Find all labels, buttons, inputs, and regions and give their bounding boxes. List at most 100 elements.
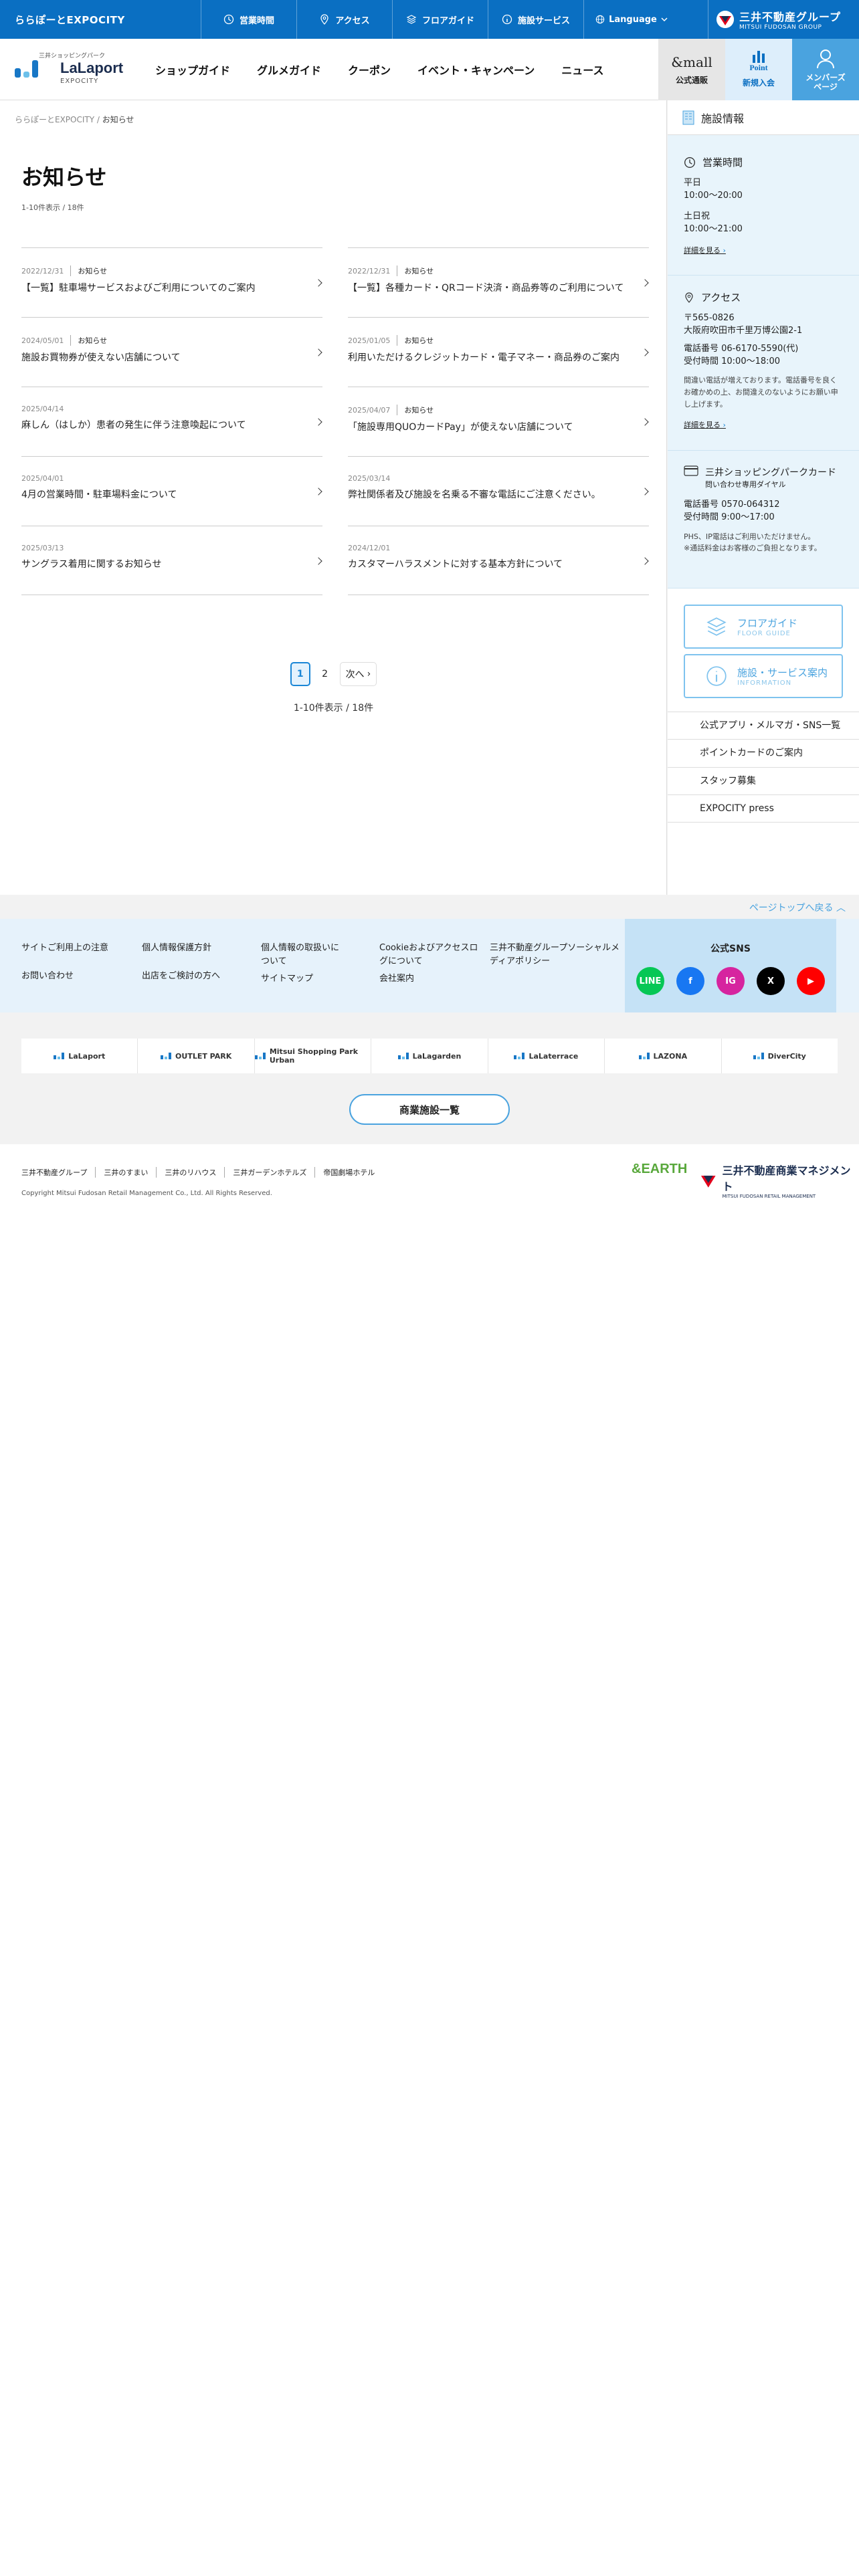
footer-link-privacy[interactable]: 個人情報保護方針: [142, 942, 220, 955]
and-earth-logo[interactable]: &EARTH: [632, 1162, 687, 1177]
footer-link-contact[interactable]: お問い合わせ: [21, 970, 108, 983]
next-page-button[interactable]: 次へ ›: [339, 662, 377, 686]
news-item[interactable]: 2025/01/05 お知らせ 利用いただけるクレジットカード・電子マネー・商品券…: [348, 317, 649, 387]
group-link[interactable]: 三井不動産グループ: [21, 1167, 95, 1178]
chevron-right-icon: [641, 279, 649, 287]
hours-more-link[interactable]: 詳細を見る: [684, 245, 726, 255]
card-subtitle: 問い合わせ専用ダイヤル: [705, 480, 786, 489]
mfrm-logo[interactable]: 三井不動産商業マネジメント MITSUI FUDOSAN RETAIL MANA…: [700, 1162, 859, 1199]
facility-banner[interactable]: Mitsui Shopping Park Urban: [254, 1039, 372, 1073]
nav-gourmet-guide[interactable]: グルメガイド: [244, 39, 335, 100]
breadcrumb-current: お知らせ: [102, 115, 134, 124]
banner-label: DiverCity: [767, 1051, 806, 1061]
facility-banner[interactable]: LAZONA: [605, 1039, 722, 1073]
sidebar-link-app[interactable]: 公式アプリ・メルマガ・SNS一覧: [668, 712, 859, 740]
floor-guide-button[interactable]: フロアガイド FLOOR GUIDE: [684, 605, 843, 649]
member-button[interactable]: メンバーズページ: [792, 39, 859, 100]
service-info-button[interactable]: 施設・サービス案内 INFORMATION: [684, 654, 843, 698]
building-icon: [682, 110, 694, 124]
group-link[interactable]: 帝国劇場ホテル: [314, 1167, 383, 1178]
group-name: 三井不動産グループ: [739, 11, 842, 23]
access-more-link[interactable]: 詳細を見る: [684, 419, 726, 430]
news-item[interactable]: 2025/04/14 麻しん（はしか）患者の発生に伴う注意喚起について: [21, 387, 322, 456]
hours-title: 営業時間: [702, 156, 743, 169]
group-link[interactable]: 三井のリハウス: [156, 1167, 224, 1178]
chevron-right-icon: [641, 557, 649, 565]
page-1-button[interactable]: 1: [290, 662, 310, 686]
news-item[interactable]: 2025/03/14 弊社関係者及び施設を名乗る不審な電話にご注意ください。: [348, 456, 649, 526]
facility-banner[interactable]: LaLaterrace: [488, 1039, 605, 1073]
footer-link-terms[interactable]: サイトご利用上の注意: [21, 942, 108, 955]
youtube-icon[interactable]: ▶: [797, 967, 825, 995]
all-facilities-button[interactable]: 商業施設一覧: [349, 1094, 510, 1125]
lalaport-logo[interactable]: 三井ショッピングパーク LaLaport EXPOCITY: [13, 51, 134, 90]
site-header: 三井ショッピングパーク LaLaport EXPOCITY ショップガイド グル…: [0, 39, 859, 100]
logo-site: EXPOCITY: [60, 78, 99, 85]
group-link[interactable]: 三井のすまい: [95, 1167, 156, 1178]
card-block: 三井ショッピングパークカード 問い合わせ専用ダイヤル 電話番号 0570-064…: [668, 451, 859, 588]
facility-banners: LaLaport OUTLET PARK Mitsui Shopping Park …: [21, 1039, 838, 1073]
weekend-time: 10:00〜21:00: [684, 223, 743, 234]
card-note-2: ※通話料金はお客様のご負担となります。: [684, 544, 822, 553]
nav-shop-guide[interactable]: ショップガイド: [142, 39, 244, 100]
page-2-button[interactable]: 2: [315, 662, 335, 686]
news-item[interactable]: 2024/05/01 お知らせ 施設お買物券が使えない店舗について: [21, 317, 322, 387]
topbar-link-access[interactable]: アクセス: [296, 0, 392, 39]
group-link[interactable]: 三井ガーデンホテルズ: [224, 1167, 314, 1178]
instagram-icon[interactable]: IG: [717, 967, 745, 995]
banner-label: LaLaterrace: [529, 1051, 579, 1061]
language-selector[interactable]: Language: [583, 0, 679, 39]
member-label: メンバーズページ: [805, 72, 846, 92]
site-name[interactable]: ららぽーとEXPOCITY: [0, 13, 201, 27]
topbar-link-label: フロアガイド: [421, 15, 474, 26]
news-date: 2022/12/31: [348, 266, 391, 276]
sidebar-link-pointcard[interactable]: ポイントカードのご案内: [668, 740, 859, 768]
nav-news[interactable]: ニュース: [548, 39, 617, 100]
news-date: 2025/01/05: [348, 336, 391, 345]
banner-mark-icon: [254, 1053, 266, 1059]
breadcrumb-home[interactable]: ららぽーとEXPOCITY: [15, 115, 94, 124]
sidebar-links: 公式アプリ・メルマガ・SNS一覧 ポイントカードのご案内 スタッフ募集 EXPO…: [668, 712, 859, 823]
sns-title: 公式SNS: [710, 944, 751, 954]
page-top-link[interactable]: ページトップへ戻る ︿: [749, 901, 846, 914]
news-item[interactable]: 2025/04/01 4月の営業時間・駐車場料金について: [21, 456, 322, 526]
weekend-label: 土日祝: [684, 211, 710, 221]
news-item[interactable]: 2022/12/31 お知らせ 【一覧】各種カード・QRコード決済・商品券等のご利…: [348, 247, 649, 317]
facility-banner[interactable]: LaLagarden: [371, 1039, 488, 1073]
point-button[interactable]: Point 新規入会: [725, 39, 792, 100]
x-icon[interactable]: X: [757, 967, 785, 995]
news-title: 【一覧】各種カード・QRコード決済・商品券等のご利用について: [348, 283, 624, 294]
footer-link-cookie[interactable]: Cookieおよびアクセスログについて: [379, 942, 486, 968]
footer-link-sns-policy[interactable]: 三井不動産グループソーシャルメディアポリシー: [490, 942, 624, 968]
footer-link-tenant[interactable]: 出店をご検討の方へ: [142, 970, 220, 983]
news-item[interactable]: 2025/03/13 サングラス着用に関するお知らせ: [21, 526, 322, 595]
news-item[interactable]: 2024/12/01 カスタマーハラスメントに対する基本方針について: [348, 526, 649, 595]
topbar-link-floor[interactable]: フロアガイド: [392, 0, 488, 39]
nav-event[interactable]: イベント・キャンペーン: [404, 39, 548, 100]
topbar-link-label: 営業時間: [239, 15, 274, 26]
chevron-right-icon: [314, 418, 322, 426]
news-item[interactable]: 2025/04/07 お知らせ 「施設専用QUOカードPay」が使えない店舗につい…: [348, 387, 649, 456]
mitsui-group-logo[interactable]: 三井不動産グループ MITSUI FUDOSAN GROUP: [708, 0, 859, 39]
facility-banner[interactable]: DiverCity: [722, 1039, 838, 1073]
news-date: 2022/12/31: [21, 266, 64, 276]
topbar-link-hours[interactable]: 営業時間: [201, 0, 296, 39]
breadcrumb: ららぽーとEXPOCITY / お知らせ: [15, 114, 134, 125]
nav-coupon[interactable]: クーポン: [335, 39, 404, 100]
mall-button[interactable]: &mall 公式通販: [658, 39, 725, 100]
sidebar-link-staff[interactable]: スタッフ募集: [668, 768, 859, 795]
news-row: 2025/03/13 サングラス着用に関するお知らせ 2024/12/01 カス…: [21, 526, 649, 595]
facility-banner[interactable]: LaLaport: [21, 1039, 138, 1073]
footer-link-personal-info[interactable]: 個人情報の取扱いについて: [261, 942, 341, 968]
news-item[interactable]: 2022/12/31 お知らせ 【一覧】駐車場サービスおよびご利用についてのご案内: [21, 247, 322, 317]
chevron-right-icon: ›: [367, 669, 371, 679]
facility-banner[interactable]: OUTLET PARK: [138, 1039, 255, 1073]
footer-link-sitemap[interactable]: サイトマップ: [261, 972, 341, 986]
facebook-icon[interactable]: f: [676, 967, 704, 995]
floor-guide-label: フロアガイド: [737, 617, 798, 629]
topbar-link-service[interactable]: 施設サービス: [488, 0, 583, 39]
sidebar-link-press[interactable]: EXPOCITY press: [668, 795, 859, 823]
footer-link-company[interactable]: 会社案内: [379, 972, 486, 986]
chevron-right-icon: [641, 348, 649, 356]
line-icon[interactable]: LINE: [636, 967, 664, 995]
